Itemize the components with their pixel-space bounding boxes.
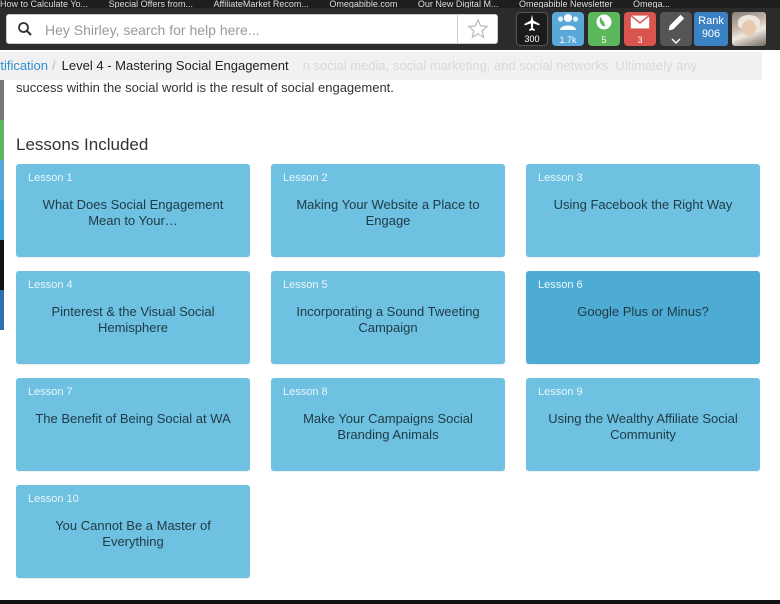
lesson-title: Incorporating a Sound Tweeting Campaign: [296, 304, 480, 335]
rank-label: Rank: [698, 15, 724, 27]
globe-button[interactable]: 5: [588, 12, 620, 46]
breadcrumb: rtification / Level 4 - Mastering Social E…: [0, 52, 762, 80]
lesson-title: Google Plus or Minus?: [577, 304, 709, 319]
pencil-icon: [668, 14, 685, 31]
star-icon: [466, 18, 489, 39]
intro-text: success within the social world is the r…: [16, 80, 394, 95]
search-icon[interactable]: [17, 21, 33, 37]
users-button[interactable]: 1.7k: [552, 12, 584, 46]
airplane-icon: [524, 14, 540, 31]
bookmark[interactable]: Our New Digital M...: [418, 0, 499, 8]
search-input[interactable]: [43, 15, 457, 45]
lesson-card-hovered[interactable]: Lesson 6 Google Plus or Minus?: [526, 271, 760, 364]
rank-value: 906: [701, 28, 721, 40]
lesson-card[interactable]: Lesson 4 Pinterest & the Visual Social H…: [16, 271, 250, 364]
bookmark[interactable]: AffiliateMarket Recom...: [213, 0, 308, 8]
mail-icon: [630, 15, 650, 29]
bottom-border: [0, 600, 780, 604]
lesson-number: Lesson 6: [538, 279, 583, 291]
edge-strip: [0, 80, 4, 120]
mail-button[interactable]: 3: [624, 12, 656, 46]
bookmarks-bar: How to Calculate Yo... Special Offers fr…: [0, 0, 780, 8]
lesson-title: You Cannot Be a Master of Everything: [55, 518, 211, 549]
favorite-button[interactable]: [458, 14, 498, 44]
lesson-card[interactable]: Lesson 10 You Cannot Be a Master of Ever…: [16, 485, 250, 578]
users-icon: [557, 14, 579, 30]
page-title: Level 4 - Mastering Social Engagement: [61, 58, 289, 73]
airplane-count: 300: [524, 34, 540, 44]
lesson-card[interactable]: Lesson 7 The Benefit of Being Social at …: [16, 378, 250, 471]
write-button[interactable]: [660, 12, 692, 46]
lesson-card[interactable]: Lesson 2 Making Your Website a Place to …: [271, 164, 505, 257]
edge-strip: [0, 200, 4, 240]
lesson-number: Lesson 1: [28, 172, 73, 184]
lesson-card[interactable]: Lesson 5 Incorporating a Sound Tweeting …: [271, 271, 505, 364]
search-box: [6, 14, 458, 45]
lesson-number: Lesson 3: [538, 172, 583, 184]
globe-count: 5: [601, 35, 607, 45]
lesson-card[interactable]: Lesson 1 What Does Social Engagement Mea…: [16, 164, 250, 257]
airplane-button[interactable]: 300: [516, 12, 548, 46]
lesson-card[interactable]: Lesson 8 Make Your Campaigns Social Bran…: [271, 378, 505, 471]
faded-description: n social media, social marketing, and so…: [302, 58, 698, 73]
lesson-number: Lesson 7: [28, 386, 73, 398]
breadcrumb-separator: /: [52, 58, 56, 73]
bookmark[interactable]: Omegabible Newsletter: [519, 0, 613, 8]
section-title: Lessons Included: [16, 135, 149, 154]
bookmark[interactable]: Special Offers from...: [109, 0, 193, 8]
chevron-down-icon: [671, 38, 681, 44]
lesson-title: Using Facebook the Right Way: [553, 197, 733, 212]
lesson-title: Using the Wealthy Affiliate Social Commu…: [548, 411, 738, 442]
bookmark[interactable]: Omega...: [633, 0, 670, 8]
lesson-number: Lesson 4: [28, 279, 73, 291]
users-count: 1.7k: [559, 35, 577, 45]
bookmark[interactable]: Omegabible.com: [329, 0, 397, 8]
top-bar: 300 1.7k 5 3 Rank 906: [0, 8, 780, 50]
lesson-number: Lesson 5: [283, 279, 328, 291]
lesson-title: Pinterest & the Visual Social Hemisphere: [51, 304, 215, 335]
lesson-title: The Benefit of Being Social at WA: [35, 411, 231, 426]
bookmark[interactable]: How to Calculate Yo...: [0, 0, 88, 8]
lesson-number: Lesson 8: [283, 386, 328, 398]
edge-strip: [0, 290, 4, 330]
lesson-number: Lesson 10: [28, 493, 79, 505]
mail-count: 3: [637, 35, 643, 45]
edge-strip: [0, 240, 4, 290]
lesson-title: Make Your Campaigns Social Branding Anim…: [303, 411, 473, 442]
lesson-title: Making Your Website a Place to Engage: [296, 197, 480, 228]
avatar[interactable]: [732, 12, 766, 46]
lesson-number: Lesson 2: [283, 172, 328, 184]
rank-badge[interactable]: Rank 906: [694, 12, 728, 46]
edge-strip: [0, 160, 4, 200]
lesson-title: What Does Social Engagement Mean to Your…: [42, 197, 224, 228]
globe-icon: [596, 14, 612, 30]
breadcrumb-parent-link[interactable]: rtification: [0, 58, 48, 73]
lesson-card[interactable]: Lesson 3 Using Facebook the Right Way: [526, 164, 760, 257]
edge-strip: [0, 120, 4, 160]
lesson-card[interactable]: Lesson 9 Using the Wealthy Affiliate Soc…: [526, 378, 760, 471]
lesson-number: Lesson 9: [538, 386, 583, 398]
